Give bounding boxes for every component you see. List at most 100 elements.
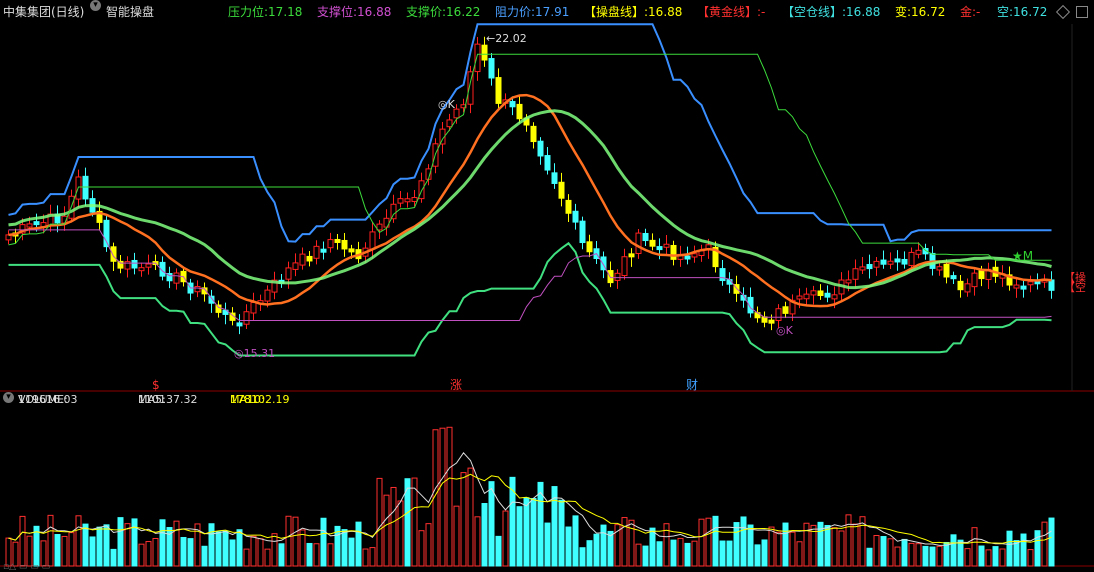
volume-bar bbox=[957, 539, 964, 567]
volume-bar bbox=[642, 545, 649, 567]
candle-body bbox=[215, 304, 222, 313]
volume-bar bbox=[901, 538, 908, 567]
volume-bar bbox=[1013, 540, 1020, 567]
volume-bar bbox=[523, 497, 530, 567]
volume-bar bbox=[187, 538, 194, 567]
resistance-line bbox=[8, 23, 1052, 243]
candle-body bbox=[544, 155, 551, 171]
candle-body bbox=[845, 279, 852, 284]
price-chart[interactable]: ←22.02◎15.31◎K◎K★M$ 涨财【操【空 bbox=[0, 0, 1094, 392]
candle-body bbox=[334, 238, 341, 243]
candle-body bbox=[313, 245, 320, 259]
candle-body bbox=[488, 58, 495, 79]
candle-body bbox=[957, 280, 964, 291]
volume-bar bbox=[502, 510, 509, 567]
volume-bar bbox=[131, 518, 138, 567]
candle-body bbox=[495, 77, 502, 104]
candle-body bbox=[117, 260, 124, 269]
volume-bar bbox=[19, 515, 26, 567]
volume-bar bbox=[1041, 521, 1048, 567]
candle-body bbox=[1013, 284, 1020, 289]
volume-bar bbox=[397, 500, 404, 567]
volume-bar bbox=[922, 545, 929, 567]
volume-bar bbox=[33, 525, 40, 567]
volume-bar bbox=[1027, 549, 1034, 567]
bottom-toolbar[interactable]: ▫△ ▭ ▭ ▭ bbox=[3, 562, 50, 572]
volume-bar bbox=[152, 537, 159, 567]
candle-body bbox=[831, 294, 838, 300]
candle-body bbox=[635, 232, 642, 254]
volume-bar bbox=[376, 477, 383, 567]
volume-bar bbox=[740, 516, 747, 567]
volume-bar bbox=[782, 522, 789, 567]
volume-bar bbox=[390, 486, 397, 567]
volume-bar bbox=[173, 520, 180, 567]
volume-bar bbox=[796, 541, 803, 567]
candle-body bbox=[761, 316, 768, 323]
volume-bar bbox=[873, 535, 880, 567]
volume-bar bbox=[775, 531, 782, 567]
candle-body bbox=[551, 172, 558, 184]
candle-body bbox=[173, 272, 180, 284]
volume-bar bbox=[880, 536, 887, 567]
candle-body bbox=[768, 319, 775, 324]
candle-body bbox=[299, 253, 306, 266]
right-label-1: 【空 bbox=[1064, 280, 1086, 294]
volume-bar bbox=[887, 538, 894, 567]
volume-bar bbox=[404, 478, 411, 567]
volume-bar bbox=[61, 535, 68, 567]
volume-bar bbox=[537, 481, 544, 567]
volume-bar bbox=[110, 548, 117, 567]
candle-body bbox=[873, 260, 880, 268]
volume-bar bbox=[838, 530, 845, 567]
volume-bar bbox=[460, 472, 467, 567]
volume-bar bbox=[495, 535, 502, 567]
candle-body bbox=[824, 292, 831, 298]
candle-body bbox=[579, 220, 586, 244]
volume-bar bbox=[446, 426, 453, 567]
volume-bar bbox=[250, 535, 257, 567]
volume-bar bbox=[243, 548, 250, 567]
volume-bar bbox=[845, 514, 852, 567]
candle-body bbox=[145, 263, 152, 268]
volume-bar bbox=[75, 515, 82, 567]
volume-bar bbox=[285, 515, 292, 567]
volume-bar bbox=[467, 467, 474, 567]
volume-bar bbox=[117, 517, 124, 567]
volume-bar bbox=[971, 527, 978, 567]
volume-bar bbox=[747, 524, 754, 567]
candle-body bbox=[481, 44, 488, 61]
volume-bar bbox=[929, 546, 936, 567]
volume-bar bbox=[299, 529, 306, 567]
volume-bar bbox=[264, 548, 271, 567]
volume-bar bbox=[824, 525, 831, 567]
volume-bar bbox=[1034, 530, 1041, 567]
volume-bar bbox=[712, 515, 719, 567]
volume-bar bbox=[544, 522, 551, 567]
volume-bar bbox=[124, 523, 131, 567]
candle-body bbox=[880, 259, 887, 265]
candle-body bbox=[586, 241, 593, 253]
candle-body bbox=[908, 251, 915, 266]
volume-bar bbox=[705, 517, 712, 567]
volume-bar bbox=[978, 545, 985, 567]
volume-bar bbox=[509, 476, 516, 567]
volume-bar bbox=[222, 530, 229, 567]
volume-bar bbox=[1048, 517, 1055, 567]
candle-body bbox=[950, 275, 957, 280]
volume-bar bbox=[817, 521, 824, 567]
volume-bar bbox=[698, 518, 705, 567]
bottom-marker-1: 涨 bbox=[450, 377, 462, 392]
volume-bar bbox=[418, 530, 425, 567]
volume-bar bbox=[670, 539, 677, 567]
volume-bar bbox=[558, 499, 565, 567]
low-price-label: ◎15.31 bbox=[234, 347, 275, 360]
candle-body bbox=[537, 140, 544, 157]
volume-bar bbox=[292, 516, 299, 567]
candle-body bbox=[390, 203, 397, 220]
candle-body bbox=[866, 263, 873, 270]
candle-body bbox=[936, 266, 943, 271]
candle-body bbox=[852, 268, 859, 280]
volume-bar bbox=[621, 517, 628, 567]
bottom-marker-0: $ bbox=[152, 378, 160, 392]
